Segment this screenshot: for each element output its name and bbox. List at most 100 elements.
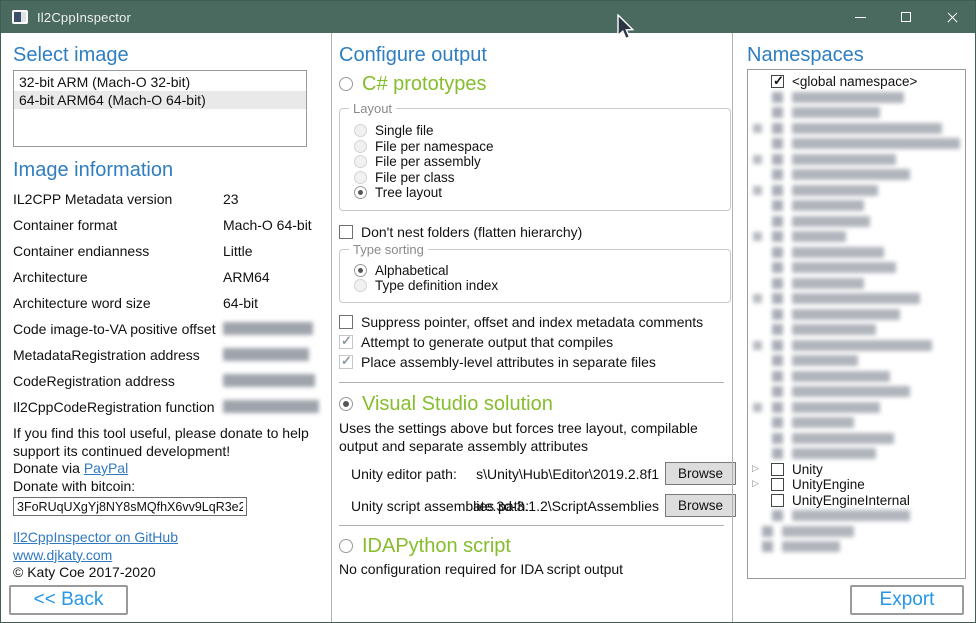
compilable-output-option[interactable]: Attempt to generate output that compiles	[339, 334, 732, 350]
namespace-row-redacted[interactable]	[748, 183, 965, 199]
assembly-attributes-option[interactable]: Place assembly-level attributes in separ…	[339, 354, 732, 370]
suppress-comments-option[interactable]: Suppress pointer, offset and index metad…	[339, 314, 732, 330]
namespace-row-redacted[interactable]	[748, 121, 965, 137]
namespace-row-redacted[interactable]	[748, 276, 965, 292]
close-button[interactable]	[929, 1, 975, 33]
namespace-row-redacted[interactable]	[748, 539, 965, 555]
namespace-row-redacted[interactable]	[748, 214, 965, 230]
tree-layout-radio[interactable]	[354, 186, 367, 199]
flatten-hierarchy-option[interactable]: Don't nest folders (flatten hierarchy)	[339, 224, 732, 240]
type-definition-index-radio[interactable]	[354, 279, 367, 292]
layout-group-title: Layout	[349, 101, 396, 116]
configure-output-heading: Configure output	[339, 43, 732, 67]
global-namespace-checkbox[interactable]	[771, 75, 784, 88]
website-link[interactable]: www.djkaty.com	[13, 547, 112, 563]
file-per-class-radio[interactable]	[354, 171, 367, 184]
bitcoin-address-input[interactable]	[13, 497, 247, 516]
maximize-icon	[901, 12, 911, 22]
layout-option-file-per-class[interactable]: File per class	[354, 170, 730, 186]
type-sorting-groupbox: Type sorting Alphabetical Type definitio…	[339, 249, 731, 303]
namespace-row-redacted[interactable]	[748, 508, 965, 524]
namespace-row-redacted[interactable]	[748, 291, 965, 307]
namespace-row-redacted[interactable]	[748, 136, 965, 152]
namespace-row-redacted[interactable]	[748, 415, 965, 431]
info-row-redacted: Il2CppCodeRegistration function	[13, 399, 319, 414]
namespace-row-redacted[interactable]	[748, 431, 965, 447]
namespaces-heading: Namespaces	[747, 43, 975, 67]
alphabetical-radio[interactable]	[354, 264, 367, 277]
unity-assemblies-browse-button[interactable]: Browse	[665, 494, 736, 517]
layout-option-file-per-namespace[interactable]: File per namespace	[354, 139, 730, 155]
csharp-radio[interactable]	[339, 77, 353, 91]
csharp-prototypes-option[interactable]: C# prototypes	[339, 72, 732, 96]
github-link[interactable]: Il2CppInspector on GitHub	[13, 529, 178, 545]
idapython-radio[interactable]	[339, 539, 353, 553]
sorting-option-type-definition-index[interactable]: Type definition index	[354, 278, 730, 294]
idapython-option[interactable]: IDAPython script	[339, 534, 732, 558]
namespace-row-redacted[interactable]	[748, 400, 965, 416]
assembly-attributes-checkbox[interactable]	[339, 355, 353, 369]
expander-icon[interactable]: ▷	[752, 479, 759, 489]
visual-studio-radio[interactable]	[339, 397, 353, 411]
layout-option-single-file[interactable]: Single file	[354, 123, 730, 139]
namespace-row-redacted[interactable]	[748, 105, 965, 121]
info-row-redacted: MetadataRegistration address	[13, 347, 319, 362]
namespace-row-redacted[interactable]	[748, 524, 965, 540]
paypal-link[interactable]: PayPal	[84, 460, 128, 476]
namespace-item-unityengineinternal[interactable]: UnityEngineInternal	[748, 493, 965, 509]
namespace-item-unity[interactable]: ▷ Unity	[748, 462, 965, 478]
visual-studio-option[interactable]: Visual Studio solution	[339, 392, 732, 416]
app-window: Il2CppInspector Select image 32-bit ARM …	[0, 0, 976, 623]
file-per-assembly-radio[interactable]	[354, 155, 367, 168]
flatten-checkbox[interactable]	[339, 225, 353, 239]
close-icon	[946, 11, 959, 24]
namespace-row-redacted[interactable]	[748, 322, 965, 338]
unity-assemblies-path-row: Unity script assemblies path: ate.3d-3.1…	[339, 494, 738, 517]
redacted-value	[223, 348, 309, 361]
flatten-label: Don't nest folders (flatten hierarchy)	[361, 224, 582, 240]
select-image-heading: Select image	[13, 43, 319, 67]
namespace-row-redacted[interactable]	[748, 245, 965, 261]
namespace-row-redacted[interactable]	[748, 90, 965, 106]
export-button[interactable]: Export	[850, 585, 964, 615]
image-listbox[interactable]: 32-bit ARM (Mach-O 32-bit) 64-bit ARM64 …	[13, 70, 307, 147]
image-information-table: IL2CPP Metadata version23 Container form…	[13, 191, 319, 414]
section-divider	[339, 382, 724, 383]
image-list-item[interactable]: 32-bit ARM (Mach-O 32-bit)	[14, 73, 306, 91]
file-per-namespace-radio[interactable]	[354, 140, 367, 153]
sorting-option-alphabetical[interactable]: Alphabetical	[354, 263, 730, 279]
namespaces-listbox[interactable]: <global namespace>	[747, 69, 966, 579]
namespace-row-redacted[interactable]	[748, 338, 965, 354]
namespace-row-redacted[interactable]	[748, 260, 965, 276]
single-file-radio[interactable]	[354, 124, 367, 137]
suppress-comments-checkbox[interactable]	[339, 315, 353, 329]
maximize-button[interactable]	[883, 1, 929, 33]
unity-checkbox[interactable]	[771, 463, 784, 476]
compilable-output-label: Attempt to generate output that compiles	[361, 334, 613, 350]
namespace-row-redacted[interactable]	[748, 353, 965, 369]
redacted-value	[223, 322, 313, 335]
back-button[interactable]: << Back	[9, 585, 128, 615]
namespaces-panel: Namespaces <global namespace>	[732, 33, 975, 622]
layout-option-file-per-assembly[interactable]: File per assembly	[354, 154, 730, 170]
namespace-row-redacted[interactable]	[748, 369, 965, 385]
title-bar[interactable]: Il2CppInspector	[1, 1, 975, 33]
namespace-row-redacted[interactable]	[748, 167, 965, 183]
namespace-item-global[interactable]: <global namespace>	[748, 74, 965, 90]
unityengine-checkbox[interactable]	[771, 478, 784, 491]
visual-studio-label: Visual Studio solution	[362, 392, 553, 416]
image-list-item-selected[interactable]: 64-bit ARM64 (Mach-O 64-bit)	[14, 91, 306, 109]
namespace-row-redacted[interactable]	[748, 446, 965, 462]
minimize-button[interactable]	[837, 1, 883, 33]
namespace-row-redacted[interactable]	[748, 152, 965, 168]
namespace-row-redacted[interactable]	[748, 229, 965, 245]
namespace-item-unityengine[interactable]: ▷ UnityEngine	[748, 477, 965, 493]
layout-option-tree-layout[interactable]: Tree layout	[354, 185, 730, 201]
namespace-row-redacted[interactable]	[748, 198, 965, 214]
namespace-row-redacted[interactable]	[748, 307, 965, 323]
expander-icon[interactable]: ▷	[752, 464, 759, 474]
unity-editor-browse-button[interactable]: Browse	[665, 462, 736, 485]
unityengineinternal-checkbox[interactable]	[771, 494, 784, 507]
compilable-output-checkbox[interactable]	[339, 335, 353, 349]
namespace-row-redacted[interactable]	[748, 384, 965, 400]
